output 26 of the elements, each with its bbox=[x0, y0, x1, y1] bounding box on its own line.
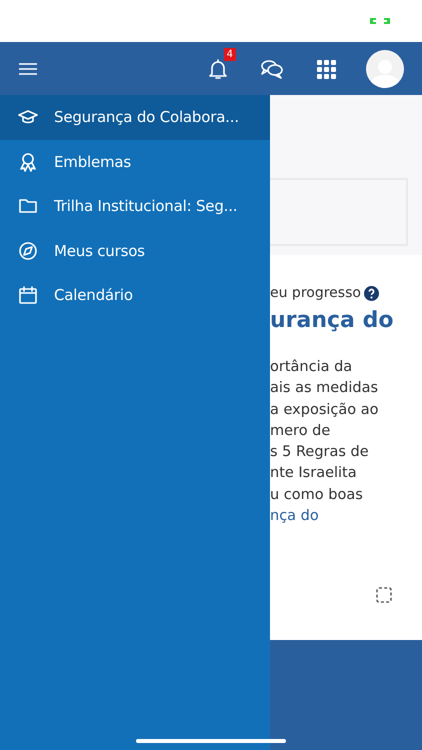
messages-button[interactable] bbox=[260, 58, 284, 80]
description-line: ais as medidas bbox=[270, 379, 380, 398]
menu-button[interactable] bbox=[18, 60, 38, 76]
course-title: urança do bbox=[270, 308, 394, 333]
drawer-item[interactable]: Calendário bbox=[0, 273, 270, 318]
user-avatar[interactable] bbox=[366, 50, 404, 88]
description-line: nte Israelita bbox=[270, 464, 358, 484]
compass-icon bbox=[18, 240, 38, 261]
notification-count: 4 bbox=[224, 48, 236, 60]
award-icon bbox=[18, 152, 38, 172]
help-icon bbox=[364, 286, 379, 300]
description-line: mero de bbox=[270, 422, 332, 441]
description-line: ortância da bbox=[270, 358, 354, 377]
description-line: s 5 Regras de bbox=[270, 443, 370, 462]
calendar-icon bbox=[18, 285, 38, 306]
description-line: u como boas bbox=[270, 486, 364, 505]
checkbox-icon bbox=[376, 587, 392, 603]
drawer-item[interactable]: Meus cursos bbox=[0, 228, 270, 273]
course-link[interactable]: nça do bbox=[270, 506, 412, 528]
apps-grid-button[interactable] bbox=[316, 58, 336, 78]
drawer-item[interactable]: Segurança do Colabora... bbox=[0, 95, 270, 140]
drawer-item[interactable]: Emblemas bbox=[0, 140, 270, 184]
drawer-item[interactable]: Trilha Institucional: Seg... bbox=[0, 184, 270, 228]
description-line: a exposição ao bbox=[270, 400, 380, 420]
notifications-button[interactable] bbox=[208, 58, 228, 80]
progress-label: eu progresso bbox=[270, 285, 361, 301]
